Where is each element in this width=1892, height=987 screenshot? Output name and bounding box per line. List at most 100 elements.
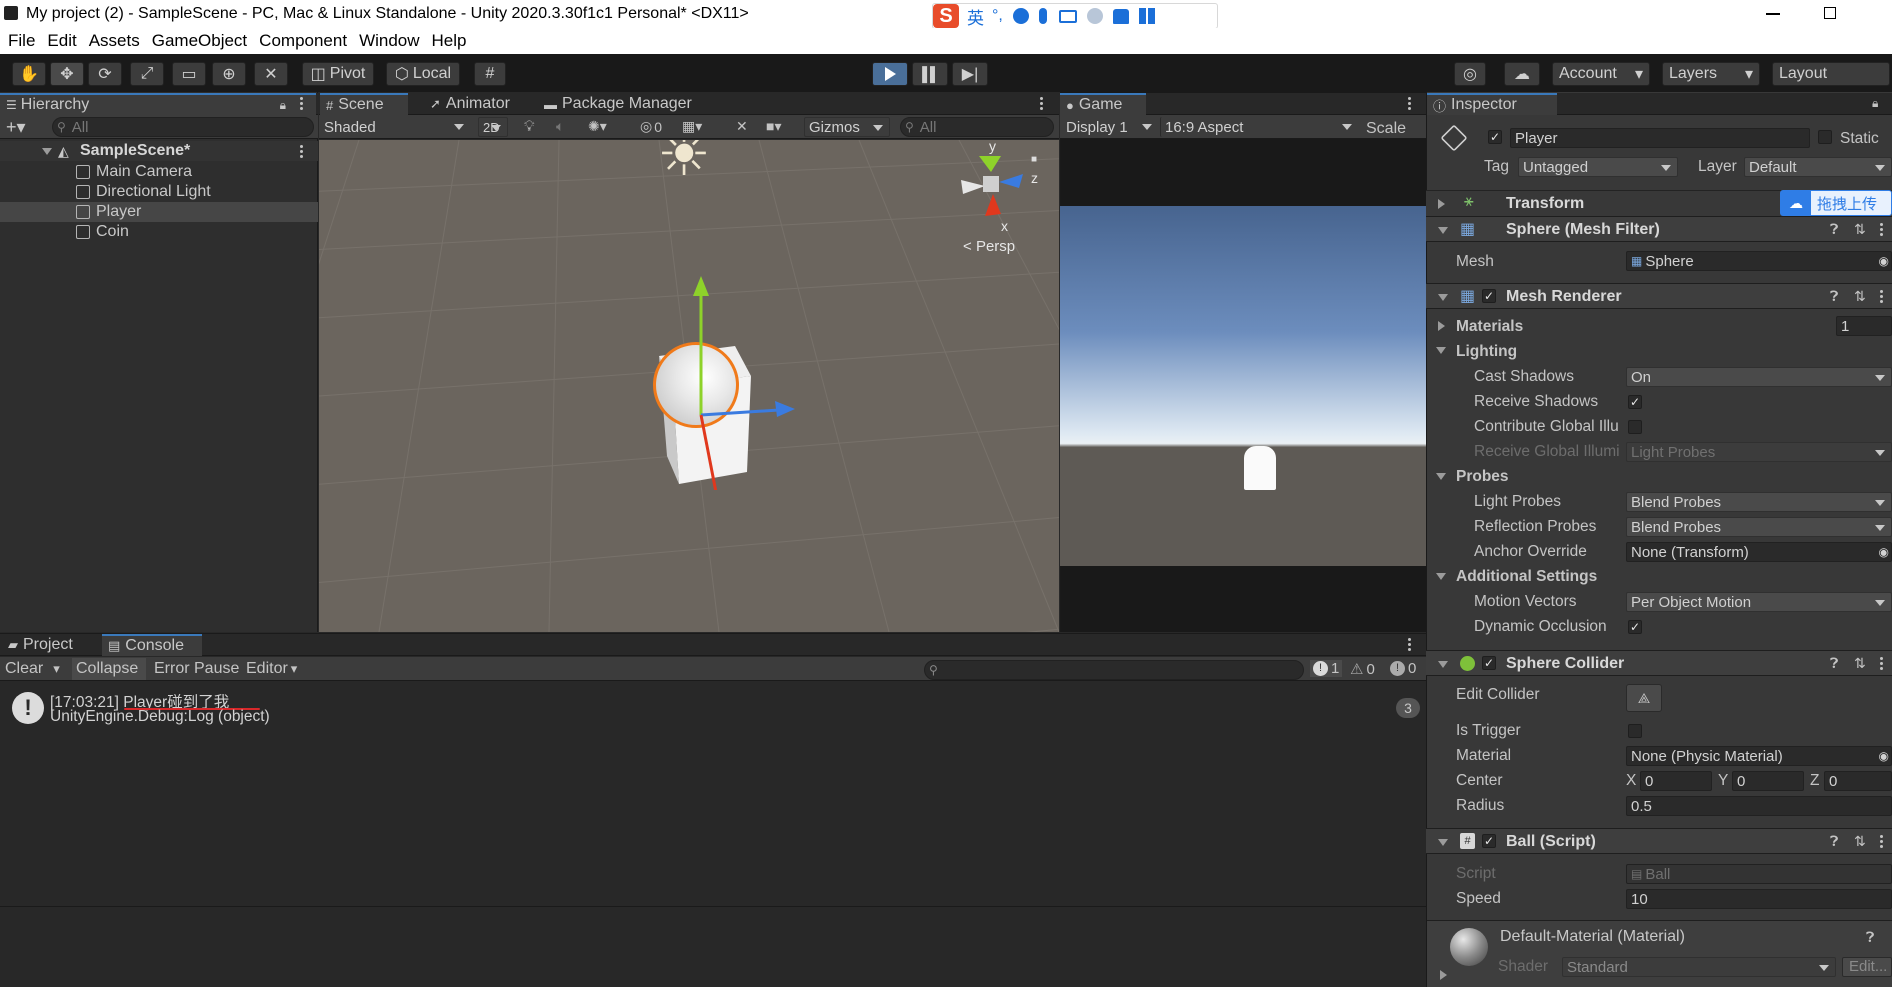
console-log-entry[interactable]: ! [17:03:21] Player碰到了我 UnityEngine.Debu… [0,686,1426,730]
tools-toggle-icon[interactable]: ✕ [736,118,748,135]
cloud-icon[interactable]: ☁ [1504,62,1540,86]
materials-count-field[interactable]: 1 [1836,316,1892,336]
dynamic-occlusion-checbox[interactable]: ✓ [1628,620,1642,634]
ball-script-enabled-checkbox[interactable]: ✓ [1482,834,1496,848]
contribute-gi-checkbox[interactable] [1628,420,1642,434]
menu-component[interactable]: Component [259,31,347,51]
move-tool-button[interactable]: ✥ [50,62,84,86]
shirt-icon[interactable] [1112,8,1129,24]
center-y-field[interactable]: 0 [1732,771,1804,791]
expand-icon[interactable] [42,148,52,155]
fold-icon[interactable] [1436,473,1446,480]
probes-label[interactable]: Probes [1456,468,1509,486]
upload-tip[interactable]: ☁ 拖拽上传 [1780,190,1892,216]
lighting-toggle-icon[interactable]: 💡︎ [524,118,535,135]
hierarchy-item-main-camera[interactable]: Main Camera [0,162,318,182]
is-trigger-checkbox[interactable] [1628,724,1642,738]
sphere-collider-header[interactable]: ✓ Sphere Collider ❓︎ ⇅ [1426,650,1892,676]
persp-label[interactable]: < Persp [963,238,1015,255]
speed-field[interactable]: 10 [1626,889,1892,909]
ime-toolbar[interactable]: S 英 °, [932,3,1218,29]
fold-icon[interactable] [1438,661,1448,668]
object-picker-icon[interactable]: ◉ [1879,254,1889,268]
center-x-label[interactable]: X [1626,772,1636,790]
add-button[interactable]: +▾ [6,117,26,138]
game-menu-icon[interactable] [1408,97,1412,111]
fold-icon[interactable] [1438,227,1448,234]
console-menu-icon[interactable] [1408,638,1412,652]
static-checkbox[interactable] [1818,130,1832,144]
console-detail-divider[interactable] [0,906,1426,907]
shading-mode-dropdown[interactable]: Shaded [320,117,470,137]
play-button[interactable] [872,62,908,86]
hand-tool-button[interactable]: ✋ [12,62,46,86]
lock-icon[interactable]: 🔒︎ [1872,96,1878,111]
hierarchy-item-player[interactable]: Player [0,202,318,222]
fold-icon[interactable] [1438,321,1445,331]
preset-icon[interactable]: ⇅ [1854,221,1866,238]
tab-game[interactable]: ● Game [1060,93,1146,115]
audio-toggle-icon[interactable]: 🔈︎ [556,118,564,135]
center-y-label[interactable]: Y [1718,772,1728,790]
tab-console[interactable]: ▤ Console [102,634,202,656]
help-icon[interactable]: ❓︎ [1830,288,1838,305]
error-count-toggle[interactable]: ! 0 [1390,660,1416,677]
preset-icon[interactable]: ⇅ [1854,833,1866,850]
hierarchy-item-coin[interactable]: Coin [0,222,318,242]
clear-button[interactable]: Clear ▾ [5,660,60,678]
custom-tool-button[interactable]: ✕ [254,62,288,86]
scene-viewport[interactable]: ☀ y z x < Persp ■ [319,140,1059,632]
sun-icon[interactable]: ☀ [649,140,719,185]
object-picker-icon[interactable]: ◉ [1879,749,1889,763]
receive-shadows-checkbox[interactable]: ✓ [1628,395,1642,409]
materials-label[interactable]: Materials [1456,318,1523,336]
step-button[interactable]: ▶| [952,62,988,86]
maximize-button[interactable] [1824,7,1836,19]
lock-icon[interactable]: ■ [1031,154,1037,165]
error-pause-button[interactable]: Error Pause [154,660,239,678]
orientation-gizmo[interactable] [949,140,1039,236]
grid-icon[interactable] [1138,8,1155,24]
anchor-override-field[interactable]: None (Transform) ◉ [1626,542,1892,562]
layout-dropdown[interactable]: Layout [1772,62,1890,86]
local-button[interactable]: ⬡ Local [386,62,460,86]
fold-icon[interactable] [1438,294,1448,301]
shader-edit-button[interactable]: Edit... [1842,957,1892,977]
fold-icon[interactable] [1438,839,1448,846]
tab-inspector[interactable]: ⓘ Inspector [1427,93,1557,115]
keyboard-icon[interactable] [1058,9,1077,23]
component-menu-icon[interactable] [1880,657,1884,671]
transform-tool-button[interactable]: ⊕ [212,62,246,86]
hidden-objects-toggle[interactable]: ◎ 0 [640,118,662,135]
scene-menu-icon[interactable] [300,145,304,159]
help-icon[interactable]: ❓︎ [1830,655,1838,672]
motion-vectors-dropdown[interactable]: Per Object Motion [1626,592,1892,612]
collab-icon[interactable]: ◎ [1454,62,1486,86]
toggle-2d-button[interactable]: 2D [478,117,508,137]
scene-search-input[interactable]: ⚲ All [900,117,1054,137]
layer-dropdown[interactable]: Default [1744,157,1892,177]
sphere-collider-enabled-checkbox[interactable]: ✓ [1482,656,1496,670]
grid-toggle-icon[interactable]: ▦▾ [682,118,702,135]
tab-project[interactable]: ▰ Project [2,634,100,656]
emoji-icon[interactable] [1012,8,1029,24]
tab-animator[interactable]: ➚ Animator [424,93,516,115]
lighting-label[interactable]: Lighting [1456,343,1517,361]
hierarchy-item-directional-light[interactable]: Directional Light [0,182,318,202]
static-label[interactable]: Static [1840,130,1879,148]
warning-count-toggle[interactable]: ⚠ 0 [1350,660,1375,679]
display-dropdown[interactable]: Display 1 [1062,117,1158,137]
game-viewport[interactable] [1060,206,1426,566]
editor-dropdown[interactable]: Editor ▾ [246,660,297,678]
move-gizmo[interactable] [599,270,799,490]
fold-icon[interactable] [1436,347,1446,354]
preset-icon[interactable]: ⇅ [1854,288,1866,305]
help-icon[interactable]: ❓︎ [1866,929,1874,946]
rotate-tool-button[interactable]: ⟳ [88,62,122,86]
additional-settings-label[interactable]: Additional Settings [1456,568,1597,586]
shader-dropdown[interactable]: Standard [1562,957,1836,977]
effects-toggle-icon[interactable]: ✺▾ [588,118,607,135]
mesh-renderer-header[interactable]: ▦ ✓ Mesh Renderer ❓︎ ⇅ [1426,283,1892,309]
ime-mode[interactable]: 英 [967,4,984,29]
layers-dropdown[interactable]: Layers ▾ [1662,62,1760,86]
